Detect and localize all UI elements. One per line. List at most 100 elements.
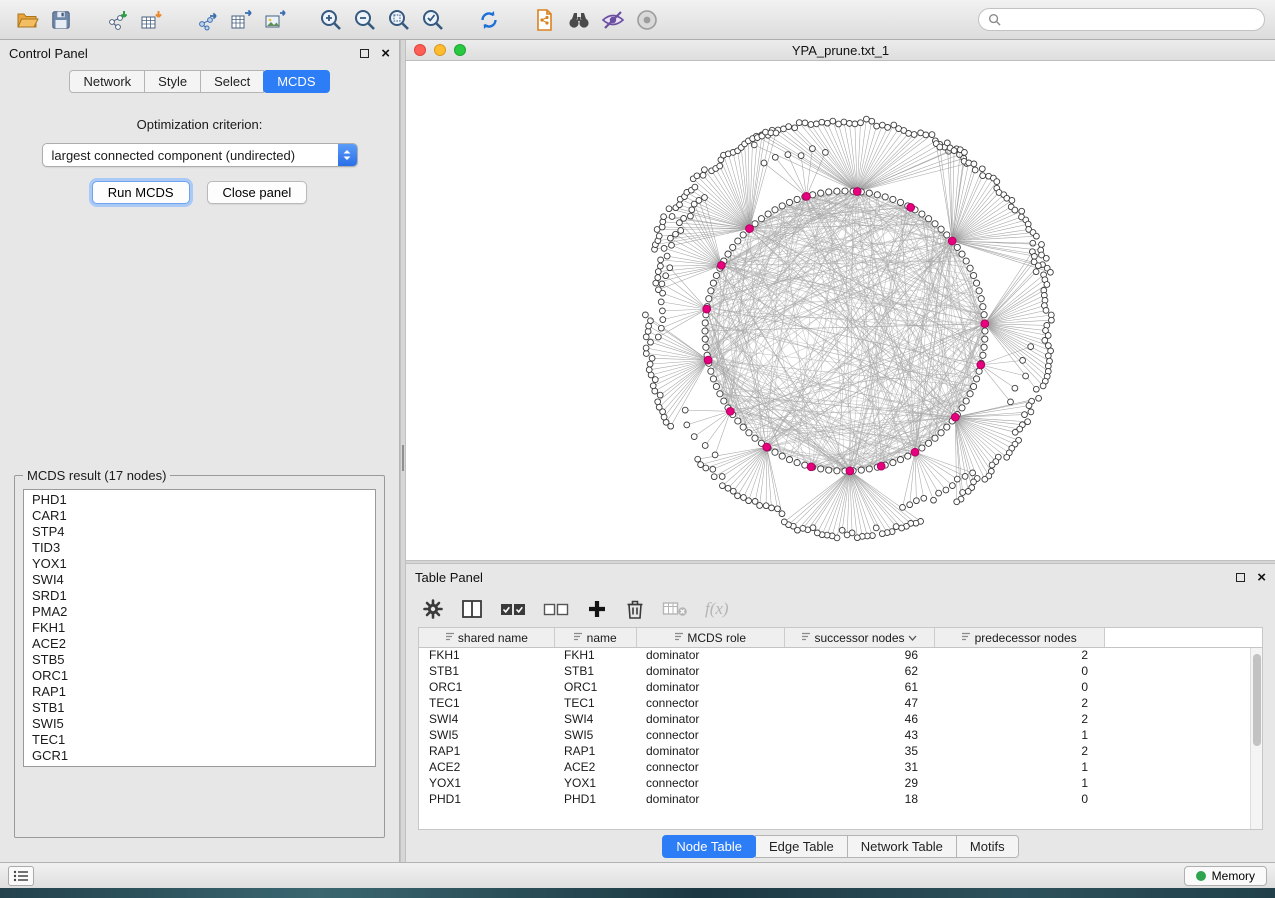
- zoom-fit-button[interactable]: [382, 4, 416, 36]
- graph-node[interactable]: [971, 383, 977, 389]
- graph-node[interactable]: [656, 404, 662, 410]
- mcds-result-list[interactable]: PHD1CAR1STP4TID3YOX1SWI4SRD1PMA2FKH1ACE2…: [23, 489, 376, 767]
- graph-node[interactable]: [976, 288, 982, 294]
- graph-node[interactable]: [647, 361, 653, 367]
- graph-node[interactable]: [818, 466, 824, 472]
- graph-node[interactable]: [819, 119, 825, 125]
- table-row[interactable]: FKH1FKH1dominator962: [419, 647, 1262, 663]
- graph-node[interactable]: [980, 173, 986, 179]
- graph-node[interactable]: [923, 132, 929, 138]
- graph-node[interactable]: [893, 524, 899, 530]
- graph-node[interactable]: [944, 232, 950, 238]
- table-row[interactable]: STB1STB1dominator620: [419, 663, 1262, 679]
- mcds-result-item[interactable]: RAP1: [32, 684, 367, 700]
- table-cell[interactable]: connector: [636, 695, 784, 711]
- graph-node[interactable]: [717, 391, 723, 397]
- graph-node[interactable]: [681, 216, 687, 222]
- mcds-result-item[interactable]: YOX1: [32, 556, 367, 572]
- graph-node[interactable]: [873, 525, 879, 531]
- graph-node[interactable]: [655, 275, 661, 281]
- graph-node[interactable]: [648, 339, 654, 345]
- graph-node[interactable]: [649, 355, 655, 361]
- graph-hub-node[interactable]: [951, 413, 959, 421]
- network-graph[interactable]: [406, 61, 1275, 560]
- graph-node[interactable]: [874, 192, 880, 198]
- graph-node[interactable]: [994, 179, 1000, 185]
- table-cell[interactable]: 29: [784, 775, 934, 791]
- graph-node[interactable]: [869, 118, 875, 124]
- graph-node[interactable]: [692, 184, 698, 190]
- graph-node[interactable]: [643, 345, 649, 351]
- graph-node[interactable]: [702, 336, 708, 342]
- graph-node[interactable]: [980, 352, 986, 358]
- mcds-result-item[interactable]: PMA2: [32, 604, 367, 620]
- graph-hub-node[interactable]: [807, 463, 815, 471]
- graph-node[interactable]: [763, 503, 769, 509]
- graph-node[interactable]: [735, 238, 741, 244]
- refresh-layout-button[interactable]: [472, 4, 506, 36]
- graph-node[interactable]: [682, 407, 688, 413]
- column-header-name[interactable]: name: [554, 628, 636, 647]
- table-cell[interactable]: 43: [784, 727, 934, 743]
- graph-node[interactable]: [786, 199, 792, 205]
- column-header-predecessor-nodes[interactable]: predecessor nodes: [934, 628, 1104, 647]
- graph-node[interactable]: [702, 328, 708, 334]
- graph-node[interactable]: [866, 466, 872, 472]
- graph-node[interactable]: [691, 434, 697, 440]
- graph-node[interactable]: [836, 121, 842, 127]
- graph-hub-node[interactable]: [911, 448, 919, 456]
- table-cell[interactable]: ORC1: [419, 679, 554, 695]
- graph-node[interactable]: [710, 466, 716, 472]
- graph-node[interactable]: [938, 226, 944, 232]
- graph-node[interactable]: [772, 154, 778, 160]
- graph-node[interactable]: [720, 483, 726, 489]
- graph-node[interactable]: [730, 244, 736, 250]
- graph-node[interactable]: [858, 120, 864, 126]
- mcds-result-item[interactable]: TEC1: [32, 732, 367, 748]
- graph-node[interactable]: [974, 376, 980, 382]
- graph-node[interactable]: [970, 470, 976, 476]
- table-cell[interactable]: 2: [934, 743, 1104, 759]
- table-cell[interactable]: connector: [636, 727, 784, 743]
- graph-node[interactable]: [786, 124, 792, 130]
- mcds-result-item[interactable]: STP4: [32, 524, 367, 540]
- graph-node[interactable]: [929, 132, 935, 138]
- graph-node[interactable]: [962, 474, 968, 480]
- graph-node[interactable]: [703, 344, 709, 350]
- graph-node[interactable]: [962, 150, 968, 156]
- graph-node[interactable]: [655, 269, 661, 275]
- column-header-mcds-role[interactable]: MCDS role: [636, 628, 784, 647]
- graph-hub-node[interactable]: [718, 261, 726, 269]
- graph-node[interactable]: [1043, 255, 1049, 261]
- graph-node[interactable]: [932, 221, 938, 227]
- graph-node[interactable]: [971, 161, 977, 167]
- graph-node[interactable]: [1034, 233, 1040, 239]
- graph-node[interactable]: [959, 405, 965, 411]
- graph-hub-node[interactable]: [704, 356, 712, 364]
- graph-node[interactable]: [897, 457, 903, 463]
- table-row[interactable]: TEC1TEC1connector472: [419, 695, 1262, 711]
- graph-node[interactable]: [954, 476, 960, 482]
- graph-node[interactable]: [700, 172, 706, 178]
- graph-node[interactable]: [643, 312, 649, 318]
- graph-node[interactable]: [981, 344, 987, 350]
- maximize-window-button[interactable]: [454, 44, 466, 56]
- graph-node[interactable]: [708, 368, 714, 374]
- graph-node[interactable]: [660, 317, 666, 323]
- graph-node[interactable]: [664, 253, 670, 259]
- graph-node[interactable]: [890, 460, 896, 466]
- graph-hub-node[interactable]: [746, 225, 754, 233]
- table-cell[interactable]: ACE2: [554, 759, 636, 775]
- graph-hub-node[interactable]: [907, 204, 915, 212]
- table-cell[interactable]: SWI4: [554, 711, 636, 727]
- graph-node[interactable]: [741, 495, 747, 501]
- menu-button[interactable]: [8, 866, 34, 886]
- table-cell[interactable]: FKH1: [419, 647, 554, 663]
- graph-node[interactable]: [1040, 383, 1046, 389]
- graph-node[interactable]: [661, 214, 667, 220]
- table-cell[interactable]: 0: [934, 791, 1104, 807]
- table-cell[interactable]: 2: [934, 647, 1104, 663]
- graph-node[interactable]: [919, 211, 925, 217]
- minimize-window-button[interactable]: [434, 44, 446, 56]
- table-cell[interactable]: dominator: [636, 663, 784, 679]
